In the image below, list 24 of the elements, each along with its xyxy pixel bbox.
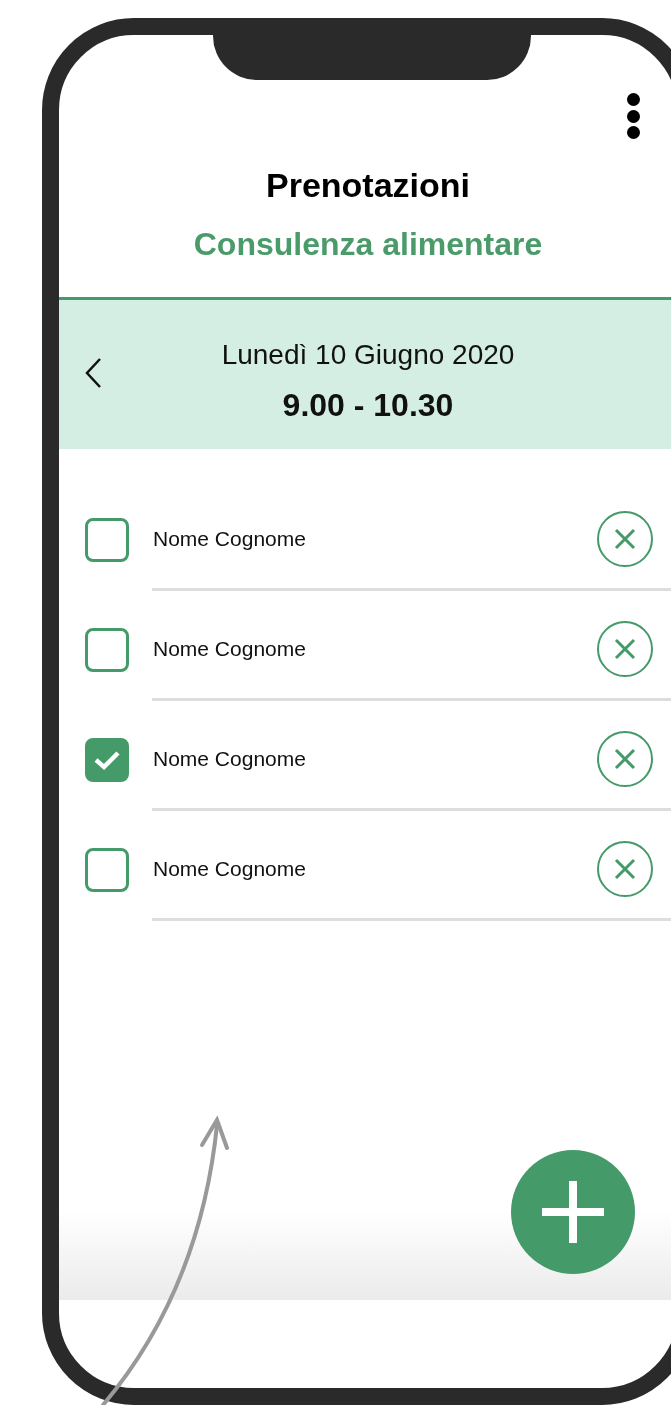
booking-name: Nome Cognome [153, 746, 306, 771]
back-icon[interactable] [83, 356, 103, 390]
remove-button[interactable] [597, 620, 653, 677]
booking-name: Nome Cognome [153, 526, 306, 551]
remove-button[interactable] [597, 510, 653, 567]
checkbox[interactable] [85, 738, 129, 782]
checkbox[interactable] [85, 518, 129, 562]
checkbox[interactable] [85, 848, 129, 892]
page-title: Prenotazioni [266, 165, 470, 205]
page-subtitle: Consulenza alimentare [193, 225, 543, 263]
close-icon [613, 636, 637, 661]
close-icon [613, 746, 637, 771]
checkbox[interactable] [85, 628, 129, 672]
more-menu-icon[interactable] [625, 93, 641, 139]
slot-time: 9.00 - 10.30 [282, 386, 454, 424]
close-icon [613, 526, 637, 551]
booking-name: Nome Cognome [153, 636, 306, 661]
remove-button[interactable] [597, 730, 653, 787]
remove-button[interactable] [597, 840, 653, 897]
close-icon [613, 856, 637, 881]
check-icon [93, 749, 121, 771]
plus-icon [542, 1181, 604, 1243]
slot-date: Lunedì 10 Giugno 2020 [221, 338, 515, 372]
booking-name: Nome Cognome [153, 856, 306, 881]
